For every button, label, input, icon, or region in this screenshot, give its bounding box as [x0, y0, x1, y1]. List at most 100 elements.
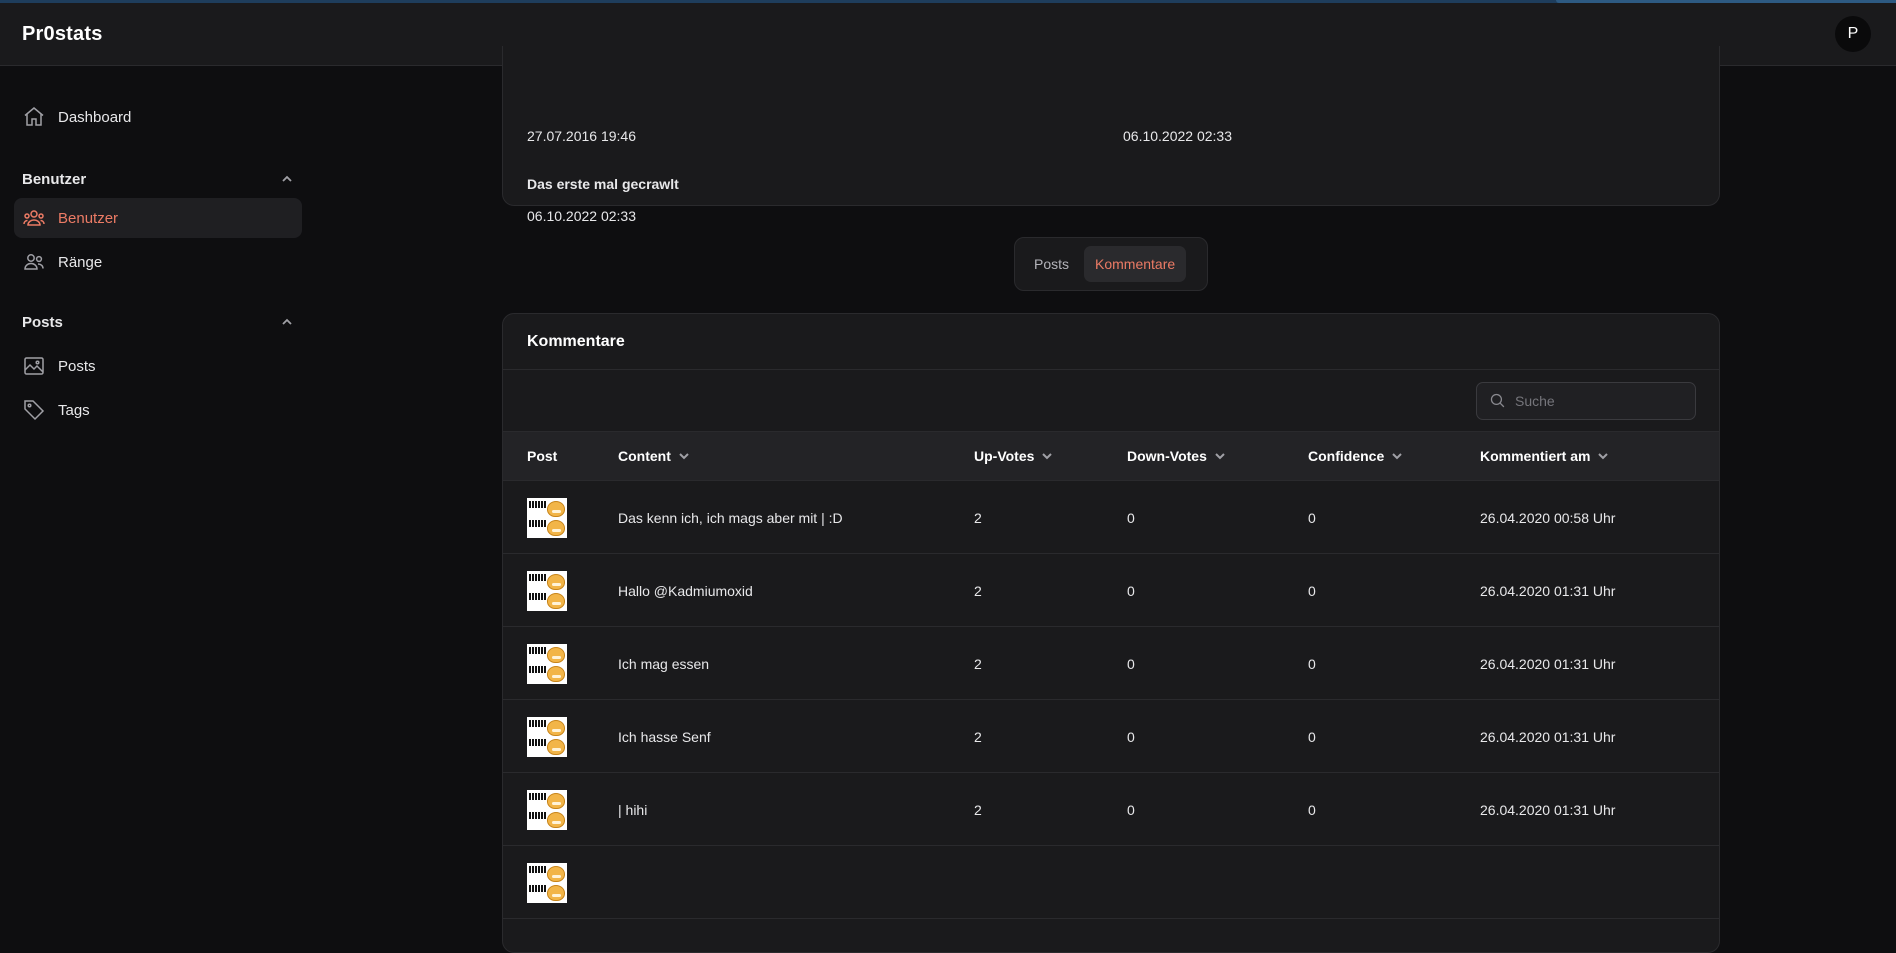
crawled-label: Das erste mal gecrawlt: [527, 176, 679, 192]
post-cell: [527, 700, 567, 773]
tab-kommentare[interactable]: Kommentare: [1084, 246, 1186, 282]
search-box[interactable]: [1476, 382, 1696, 420]
sidebar-item-label: Ränge: [58, 254, 102, 271]
down-votes-cell: 0: [1127, 554, 1135, 627]
users-icon: [22, 206, 46, 230]
column-header-down-votes[interactable]: Down-Votes: [1127, 448, 1226, 464]
search-input[interactable]: [1515, 393, 1675, 409]
card-title: Kommentare: [503, 314, 1719, 370]
content-cell: Ich mag essen: [618, 627, 709, 700]
up-votes-cell: 2: [974, 627, 982, 700]
post-cell: [527, 554, 567, 627]
chevron-down-icon: [1597, 450, 1609, 462]
section-title: Benutzer: [22, 171, 86, 188]
tab-posts[interactable]: Posts: [1023, 246, 1080, 282]
post-thumbnail[interactable]: [527, 717, 567, 757]
date-cell: 26.04.2020 00:58 Uhr: [1480, 481, 1615, 554]
post-thumbnail[interactable]: [527, 790, 567, 830]
post-thumbnail[interactable]: [527, 863, 567, 903]
date-cell: 26.04.2020 01:31 Uhr: [1480, 700, 1615, 773]
sidebar-item-label: Benutzer: [58, 210, 118, 227]
table-header: Post Content Up-Votes Down-Votes Confide…: [503, 431, 1719, 481]
table-row[interactable]: | hihi 2 0 0 26.04.2020 01:31 Uhr: [503, 773, 1719, 846]
post-thumbnail[interactable]: [527, 571, 567, 611]
column-header-confidence[interactable]: Confidence: [1308, 448, 1403, 464]
post-thumbnail[interactable]: [527, 498, 567, 538]
down-votes-cell: 0: [1127, 700, 1135, 773]
down-votes-cell: 0: [1127, 627, 1135, 700]
user-avatar[interactable]: P: [1835, 16, 1871, 52]
content-cell: Das kenn ich, ich mags aber mit | :D: [618, 481, 843, 554]
sidebar-section-benutzer[interactable]: Benutzer: [14, 164, 302, 194]
sidebar: Dashboard Benutzer Benutzer Ränge Posts …: [0, 66, 316, 871]
chevron-up-icon: [280, 172, 294, 186]
sidebar-item-benutzer[interactable]: Benutzer: [14, 198, 302, 238]
up-votes-cell: 2: [974, 554, 982, 627]
date-cell: 26.04.2020 01:31 Uhr: [1480, 554, 1615, 627]
table-row[interactable]: Das kenn ich, ich mags aber mit | :D 2 0…: [503, 481, 1719, 554]
table-row[interactable]: Ich hasse Senf 2 0 0 26.04.2020 01:31 Uh…: [503, 700, 1719, 773]
date-cell: 26.04.2020 01:31 Uhr: [1480, 773, 1615, 846]
content-cell: Hallo @Kadmiumoxid: [618, 554, 753, 627]
tag-icon: [22, 398, 46, 422]
crawled-value: 06.10.2022 02:33: [527, 208, 636, 224]
confidence-cell: 0: [1308, 627, 1316, 700]
info-value-right: 06.10.2022 02:33: [1123, 128, 1232, 144]
sidebar-item-label: Tags: [58, 402, 90, 419]
home-icon: [22, 105, 46, 129]
chevron-down-icon: [678, 450, 690, 462]
chevron-down-icon: [1214, 450, 1226, 462]
column-label: Down-Votes: [1127, 448, 1207, 464]
info-value-left: 27.07.2016 19:46: [527, 128, 636, 144]
post-cell: [527, 627, 567, 700]
sidebar-item-label: Dashboard: [58, 109, 131, 126]
column-header-content[interactable]: Content: [618, 448, 690, 464]
content-cell: Ich hasse Senf: [618, 700, 711, 773]
sidebar-item-raenge[interactable]: Ränge: [14, 242, 302, 282]
column-label: Up-Votes: [974, 448, 1034, 464]
down-votes-cell: 0: [1127, 481, 1135, 554]
post-cell: [527, 481, 567, 554]
down-votes-cell: 0: [1127, 773, 1135, 846]
post-thumbnail[interactable]: [527, 644, 567, 684]
column-label: Post: [527, 448, 557, 464]
comments-table-card: Kommentare Post Content Up-Votes Down-Vo…: [502, 313, 1720, 953]
date-cell: 26.04.2020 01:31 Uhr: [1480, 627, 1615, 700]
column-label: Confidence: [1308, 448, 1384, 464]
table-row[interactable]: Hallo @Kadmiumoxid 2 0 0 26.04.2020 01:3…: [503, 554, 1719, 627]
up-votes-cell: 2: [974, 773, 982, 846]
up-votes-cell: 2: [974, 700, 982, 773]
confidence-cell: 0: [1308, 700, 1316, 773]
app-title[interactable]: Pr0stats: [22, 23, 103, 46]
image-icon: [22, 354, 46, 378]
confidence-cell: 0: [1308, 773, 1316, 846]
chevron-up-icon: [280, 315, 294, 329]
search-icon: [1489, 392, 1506, 409]
user-group-icon: [22, 250, 46, 274]
post-cell: [527, 846, 567, 919]
content-cell: | hihi: [618, 773, 647, 846]
sidebar-section-posts[interactable]: Posts: [14, 307, 302, 337]
table-row-partial[interactable]: [503, 846, 1719, 919]
chevron-down-icon: [1041, 450, 1053, 462]
confidence-cell: 0: [1308, 554, 1316, 627]
sidebar-item-dashboard[interactable]: Dashboard: [14, 97, 302, 137]
column-header-up-votes[interactable]: Up-Votes: [974, 448, 1053, 464]
column-header-date[interactable]: Kommentiert am: [1480, 448, 1609, 464]
sidebar-item-posts[interactable]: Posts: [14, 346, 302, 386]
table-toolbar: [503, 370, 1719, 431]
column-header-post: Post: [527, 448, 557, 464]
section-title: Posts: [22, 314, 63, 331]
post-cell: [527, 773, 567, 846]
confidence-cell: 0: [1308, 481, 1316, 554]
sidebar-item-label: Posts: [58, 358, 96, 375]
up-votes-cell: 2: [974, 481, 982, 554]
chevron-down-icon: [1391, 450, 1403, 462]
table-row[interactable]: Ich mag essen 2 0 0 26.04.2020 01:31 Uhr: [503, 627, 1719, 700]
column-label: Content: [618, 448, 671, 464]
tab-bar: Posts Kommentare: [1014, 237, 1208, 291]
column-label: Kommentiert am: [1480, 448, 1590, 464]
user-info-card: 27.07.2016 19:46 06.10.2022 02:33 Das er…: [502, 46, 1720, 206]
sidebar-item-tags[interactable]: Tags: [14, 390, 302, 430]
table-body: Das kenn ich, ich mags aber mit | :D 2 0…: [503, 481, 1719, 919]
